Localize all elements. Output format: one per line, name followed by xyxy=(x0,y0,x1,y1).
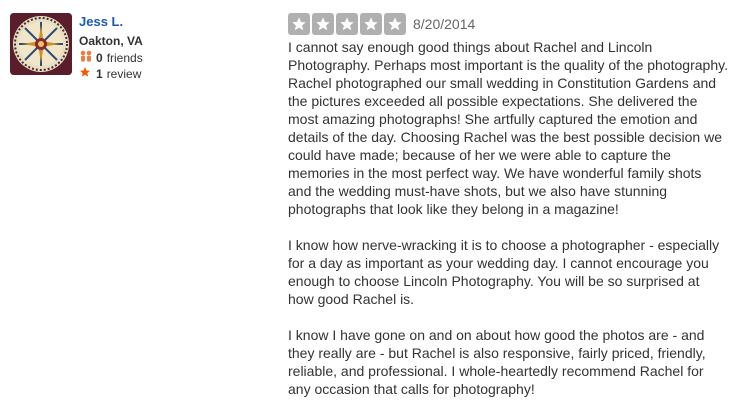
star-icon xyxy=(79,66,93,82)
friends-count: 0 xyxy=(96,51,103,65)
star-rating xyxy=(288,13,408,35)
friends-icon xyxy=(79,50,93,66)
user-block: Jess L. Oakton, VA 0 friends 1 review xyxy=(10,13,280,81)
review-paragraph: I know I have gone on and on about how g… xyxy=(288,327,706,397)
user-location: Oakton, VA xyxy=(79,34,143,48)
rating-row: 8/20/2014 xyxy=(288,13,728,35)
rating-star-icon xyxy=(312,13,334,35)
review-date: 8/20/2014 xyxy=(413,16,476,32)
review-body: I cannot say enough good things about Ra… xyxy=(288,38,728,398)
reviews-label: review xyxy=(106,67,142,81)
reviews-count: 1 xyxy=(96,67,103,81)
rating-star-icon xyxy=(384,13,406,35)
user-name-link[interactable]: Jess L. xyxy=(79,13,143,30)
rating-star-icon xyxy=(288,13,310,35)
reviews-stat: 1 review xyxy=(79,66,143,82)
friends-label: friends xyxy=(106,51,143,65)
friends-stat: 0 friends xyxy=(79,50,143,66)
rating-star-icon xyxy=(336,13,358,35)
review: 8/20/2014 I cannot say enough good thing… xyxy=(288,13,728,412)
avatar-image xyxy=(10,13,72,75)
rating-star-icon xyxy=(360,13,382,35)
review-paragraph: I know how nerve-wracking it is to choos… xyxy=(288,237,720,307)
avatar[interactable] xyxy=(10,13,72,75)
review-paragraph: I cannot say enough good things about Ra… xyxy=(288,39,728,217)
user-info: Jess L. Oakton, VA 0 friends 1 review xyxy=(79,13,143,82)
